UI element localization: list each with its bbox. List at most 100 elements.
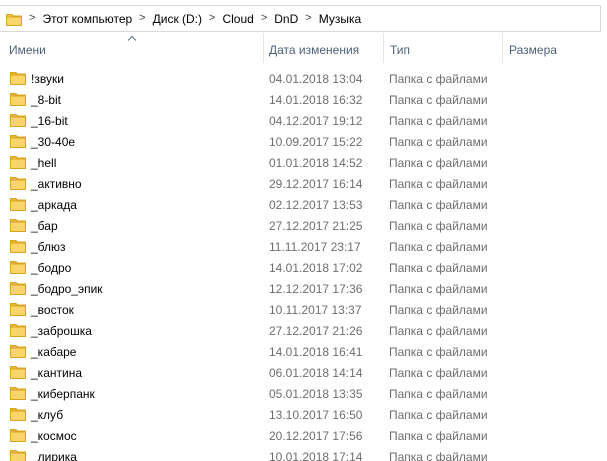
chevron-right-icon[interactable]: > [305, 13, 311, 24]
file-type: Папка с файлами [389, 198, 488, 212]
folder-icon [10, 239, 26, 253]
file-type: Папка с файлами [389, 387, 488, 401]
file-row[interactable]: _лирика 10.01.2018 17:14 Папка с файлами [0, 446, 607, 461]
file-name: _hell [31, 156, 57, 170]
file-type: Папка с файлами [389, 345, 488, 359]
file-name: _бар [31, 219, 58, 233]
file-type: Папка с файлами [389, 324, 488, 338]
file-date: 06.01.2018 14:14 [269, 366, 363, 380]
file-date: 10.01.2018 17:14 [269, 450, 363, 461]
folder-icon [10, 386, 26, 400]
folder-icon [10, 323, 26, 337]
file-row[interactable]: _бодро_эпик 12.12.2017 17:36 Папка с файла… [0, 278, 607, 299]
address-bar[interactable]: > Этот компьютер > Диск (D:) > Cloud > DnD > Музы… [0, 5, 601, 32]
file-name: _лирика [31, 450, 77, 461]
chevron-right-icon[interactable]: > [139, 13, 145, 24]
column-divider[interactable] [263, 33, 264, 63]
file-type: Папка с файлами [389, 282, 488, 296]
file-date: 27.12.2017 21:26 [269, 324, 363, 338]
file-type: Папка с файлами [389, 408, 488, 422]
folder-icon [10, 176, 26, 190]
file-list: !звуки 04.01.2018 13:04 Папка с файлами _8-… [0, 68, 607, 461]
file-type: Папка с файлами [389, 429, 488, 443]
column-date-header[interactable]: Дата изменения [269, 43, 359, 57]
file-type: Папка с файлами [389, 93, 488, 107]
file-type: Папка с файлами [389, 156, 488, 170]
folder-icon [10, 281, 26, 295]
file-name: _кабаре [31, 345, 77, 359]
column-type-header[interactable]: Тип [390, 43, 410, 57]
file-date: 10.09.2017 15:22 [269, 135, 363, 149]
breadcrumb-item[interactable]: Cloud [222, 13, 253, 25]
file-date: 14.01.2018 16:41 [269, 345, 363, 359]
breadcrumb-item[interactable]: Музыка [319, 13, 361, 25]
file-name: _16-bit [31, 114, 68, 128]
explorer-window: > Этот компьютер > Диск (D:) > Cloud > DnD > Музы… [0, 0, 607, 461]
file-date: 11.11.2017 23:17 [269, 240, 361, 254]
file-name: _активно [31, 177, 82, 191]
file-row[interactable]: _8-bit 14.01.2018 16:32 Папка с файлами [0, 89, 607, 110]
file-date: 02.12.2017 13:53 [269, 198, 363, 212]
folder-icon [10, 113, 26, 127]
file-row[interactable]: _клуб 13.10.2017 16:50 Папка с файлами [0, 404, 607, 425]
file-row[interactable]: _бар 27.12.2017 21:25 Папка с файлами [0, 215, 607, 236]
file-type: Папка с файлами [389, 240, 488, 254]
folder-icon [10, 92, 26, 106]
file-date: 12.12.2017 17:36 [269, 282, 363, 296]
file-row[interactable]: _бодро 14.01.2018 17:02 Папка с файлами [0, 257, 607, 278]
file-date: 29.12.2017 16:14 [269, 177, 363, 191]
file-type: Папка с файлами [389, 366, 488, 380]
file-name: _8-bit [31, 93, 62, 107]
file-row[interactable]: _блюз 11.11.2017 23:17 Папка с файлами [0, 236, 607, 257]
file-type: Папка с файлами [389, 135, 488, 149]
file-row[interactable]: _30-40е 10.09.2017 15:22 Папка с файлами [0, 131, 607, 152]
file-date: 10.11.2017 13:37 [269, 303, 362, 317]
file-row[interactable]: _аркада 02.12.2017 13:53 Папка с файлами [0, 194, 607, 215]
folder-icon [10, 155, 26, 169]
file-name: _бодро_эпик [31, 282, 103, 296]
file-row[interactable]: _16-bit 04.12.2017 19:12 Папка с файлами [0, 110, 607, 131]
file-date: 04.12.2017 19:12 [269, 114, 363, 128]
file-row[interactable]: _кабаре 14.01.2018 16:41 Папка с файлами [0, 341, 607, 362]
file-name: _восток [31, 303, 74, 317]
file-name: _бодро [31, 261, 72, 275]
chevron-right-icon[interactable]: > [29, 13, 35, 24]
file-name: !звуки [31, 72, 64, 86]
file-row[interactable]: _космос 20.12.2017 17:56 Папка с файлами [0, 425, 607, 446]
file-type: Папка с файлами [389, 261, 488, 275]
file-row[interactable]: _активно 29.12.2017 16:14 Папка с файлами [0, 173, 607, 194]
breadcrumb-item[interactable]: Этот компьютер [42, 13, 132, 25]
file-type: Папка с файлами [389, 303, 488, 317]
breadcrumb: > Этот компьютер > Диск (D:) > Cloud > DnD > Музы… [22, 13, 361, 25]
breadcrumb-item[interactable]: DnD [274, 13, 298, 25]
file-row[interactable]: _заброшка 27.12.2017 21:26 Папка с файлами [0, 320, 607, 341]
chevron-right-icon[interactable]: > [209, 13, 215, 24]
file-date: 05.01.2018 13:35 [269, 387, 363, 401]
folder-icon [10, 218, 26, 232]
column-name-header[interactable]: Имени [9, 43, 46, 57]
breadcrumb-item[interactable]: Диск (D:) [153, 13, 202, 25]
folder-icon [10, 365, 26, 379]
file-row[interactable]: _hell 01.01.2018 14:52 Папка с файлами [0, 152, 607, 173]
file-row[interactable]: !звуки 04.01.2018 13:04 Папка с файлами [0, 68, 607, 89]
chevron-right-icon[interactable]: > [261, 13, 267, 24]
file-date: 04.01.2018 13:04 [269, 72, 363, 86]
file-name: _заброшка [31, 324, 92, 338]
column-header: Имени Дата изменения Тип Размера [0, 33, 607, 65]
column-divider[interactable] [383, 33, 384, 63]
sort-ascending-icon [127, 35, 137, 41]
file-name: _космос [31, 429, 77, 443]
file-row[interactable]: _кантина 06.01.2018 14:14 Папка с файлами [0, 362, 607, 383]
file-name: _30-40е [31, 135, 76, 149]
folder-icon [6, 13, 22, 26]
file-name: _блюз [31, 240, 66, 254]
file-type: Папка с файлами [389, 450, 488, 461]
file-type: Папка с файлами [389, 177, 488, 191]
folder-icon [10, 71, 26, 85]
file-row[interactable]: _восток 10.11.2017 13:37 Папка с файлами [0, 299, 607, 320]
column-divider[interactable] [502, 33, 503, 63]
folder-icon [10, 134, 26, 148]
file-row[interactable]: _киберпанк 05.01.2018 13:35 Папка с файлам… [0, 383, 607, 404]
column-size-header[interactable]: Размера [509, 43, 557, 57]
file-date: 27.12.2017 21:25 [269, 219, 363, 233]
